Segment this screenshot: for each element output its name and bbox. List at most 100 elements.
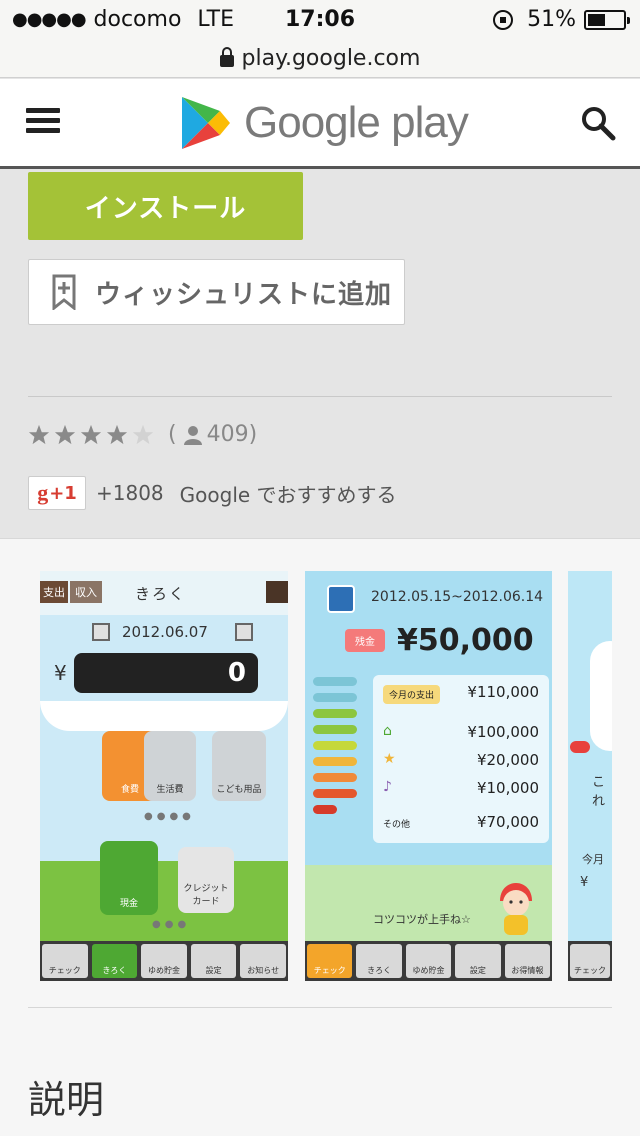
gplus-g: g (37, 480, 49, 505)
search-icon[interactable] (580, 105, 616, 141)
star-filled-icon (54, 424, 76, 444)
date-range: 2012.05.15~2012.06.14 (371, 589, 544, 605)
partial-yen: ¥ (580, 875, 589, 890)
close-paren: ) (248, 422, 258, 447)
star-filled-icon (106, 424, 128, 444)
page-dots: ●●● (152, 919, 191, 930)
description-title: 説明 (28, 1078, 105, 1122)
tab-settings: 設定 (190, 944, 237, 978)
expense-panel: 今月の支出 ¥110,000 ⌂ ¥100,000 ★ ¥20,000 ♪ ¥1… (373, 675, 549, 843)
wishlist-label: ウィッシュリストに追加 (95, 279, 393, 310)
rating-row: ( 409 ) (28, 422, 257, 447)
checkbox-icon (92, 623, 110, 641)
bookmark-add-icon (52, 274, 76, 310)
gplus-count: +1808 (96, 481, 164, 505)
wallet-icon (327, 585, 355, 613)
star-rating (28, 424, 158, 446)
home-icon: ⌂ (383, 723, 392, 739)
star-empty-icon (132, 424, 154, 444)
gplus-one-button[interactable]: g +1 (28, 476, 86, 510)
gplus-plus-one: +1 (49, 482, 77, 504)
expense-value-home: ¥100,000 (467, 723, 539, 741)
app-screenshot-2[interactable]: 2012.05.15~2012.06.14 残金 ¥50,000 今月の支出 ¥… (305, 571, 552, 981)
speech-bubble (590, 641, 612, 751)
screenshot-date: 2012.06.07 (92, 623, 208, 641)
status-right: 51% (493, 7, 630, 32)
site-header: Google play (0, 79, 640, 169)
google-play-logo[interactable]: Google play (180, 95, 469, 151)
url-text: play.google.com (241, 46, 421, 71)
url-bar[interactable]: play.google.com (0, 40, 640, 78)
screenshot-caption: コツコツが上手ね☆ (373, 913, 471, 926)
tab-check: チェック (42, 944, 88, 978)
tab-record: きろく (356, 944, 402, 978)
gplus-row: g +1 +1808 Google でおすすめする (28, 476, 397, 510)
install-button[interactable]: インストール (28, 172, 303, 240)
battery-fill (588, 13, 606, 26)
play-triangle-icon (182, 97, 230, 149)
expense-tab: 支出 (40, 581, 68, 603)
calendar-icon (235, 623, 253, 641)
balance-label: 残金 (345, 629, 385, 652)
status-bar: ●●●●● docomo LTE 17:06 51% (0, 0, 640, 40)
month-expense-value: ¥110,000 (467, 683, 539, 701)
grass-decoration (40, 861, 288, 951)
app-screenshot-1[interactable]: 支出 収入 きろく 2012.06.07 ¥ 0 食費 生活費 こども用品 ●●… (40, 571, 288, 981)
star-filled-icon (28, 424, 50, 444)
other-label: その他 (383, 820, 411, 830)
rotation-lock-icon (493, 9, 514, 30)
screenshot-tabbar: チェック きろく ゆめ貯金 設定 お知らせ (40, 941, 288, 981)
tab-record: きろく (91, 944, 138, 978)
partial-text-2: 今月 (582, 853, 604, 866)
budget-bars (313, 677, 357, 821)
balance-row: 残金 ¥50,000 (345, 623, 534, 658)
screenshots-section: 支出 収入 きろく 2012.06.07 ¥ 0 食費 生活費 こども用品 ●●… (0, 538, 640, 1136)
add-to-wishlist-button[interactable]: ウィッシュリストに追加 (28, 259, 405, 325)
padlock-icon (219, 46, 234, 67)
amount-display: 0 (74, 653, 258, 693)
rating-count-value: 409 (206, 422, 249, 447)
rattle-icon: ♪ (383, 779, 392, 795)
tab-check: チェック (570, 944, 610, 978)
mascot-girl-icon (500, 883, 532, 935)
battery-percent: 51% (527, 7, 576, 32)
divider (28, 1007, 612, 1008)
gplus-recommend-text: Google でおすすめする (179, 482, 397, 507)
other-value: ¥70,000 (476, 813, 539, 831)
tab-settings: 設定 (455, 944, 501, 978)
person-icon (183, 425, 202, 445)
page-dots: ●●●● (144, 811, 195, 822)
payment-cash: 現金 (100, 841, 158, 915)
income-tab: 収入 (70, 581, 102, 603)
tab-deals: お得情報 (504, 944, 551, 978)
hamburger-icon[interactable] (26, 108, 60, 134)
logo-text: Google play (244, 98, 469, 147)
cloud-decoration (40, 701, 288, 731)
tab-info: お知らせ (240, 944, 286, 978)
open-paren: ( (168, 422, 177, 447)
payment-credit: クレジット カード (178, 847, 234, 913)
balance-value: ¥50,000 (397, 623, 534, 658)
expense-value-kids: ¥10,000 (476, 779, 539, 797)
screenshot-tabbar: チェック きろく ゆめ貯金 設定 お得情報 (305, 941, 552, 981)
partial-text: これ (592, 775, 606, 809)
battery-icon (584, 9, 630, 30)
screenshot-tabbar: チェック (568, 941, 612, 981)
bird-decoration (570, 741, 590, 753)
tab-savings: ゆめ貯金 (405, 944, 452, 978)
category-living: 生活費 (144, 731, 196, 801)
divider (28, 396, 612, 397)
month-expense-label: 今月の支出 (383, 685, 441, 704)
app-screenshot-3[interactable]: これ 今月 ¥ チェック (568, 571, 612, 981)
expense-value-star: ¥20,000 (476, 751, 539, 769)
date-text: 2012.06.07 (122, 623, 208, 641)
star-icon: ★ (383, 751, 396, 767)
yen-symbol: ¥ (54, 661, 67, 685)
rating-count: ( 409 ) (168, 422, 257, 447)
star-filled-icon (80, 424, 102, 444)
ok-tab (266, 581, 288, 603)
tab-savings: ゆめ貯金 (141, 944, 187, 978)
tab-check: チェック (307, 944, 353, 978)
category-kids: こども用品 (212, 731, 266, 801)
screenshot-title: きろく (135, 585, 187, 603)
